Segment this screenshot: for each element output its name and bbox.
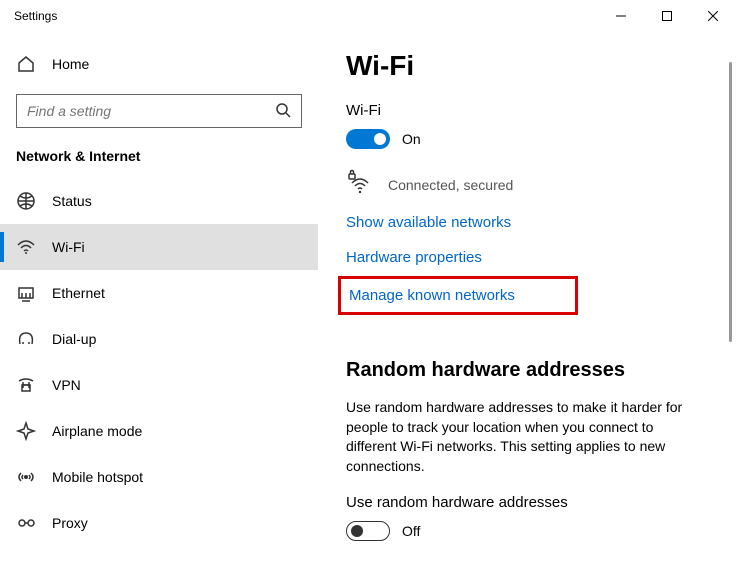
link-show-available-networks[interactable]: Show available networks: [346, 214, 706, 231]
link-manage-known-networks[interactable]: Manage known networks: [349, 287, 515, 304]
sidebar-item-airplane[interactable]: Airplane mode: [0, 408, 318, 454]
sidebar: Home Network & Internet Status Wi-Fi: [0, 32, 318, 583]
category-title: Network & Internet: [0, 148, 318, 178]
maximize-button[interactable]: [644, 0, 690, 32]
hotspot-icon: [16, 467, 36, 487]
sidebar-item-ethernet[interactable]: Ethernet: [0, 270, 318, 316]
random-addresses-toggle[interactable]: [346, 521, 390, 541]
content-area: Wi-Fi Wi-Fi On Connected, secured Show a…: [318, 32, 736, 583]
nav-label: Status: [52, 193, 92, 209]
wifi-status: Connected, secured: [346, 169, 706, 200]
main-layout: Home Network & Internet Status Wi-Fi: [0, 32, 736, 583]
status-icon: [16, 191, 36, 211]
nav-label: Ethernet: [52, 285, 105, 301]
title-bar: Settings: [0, 0, 736, 32]
random-addresses-title: Random hardware addresses: [346, 359, 706, 382]
random-addresses-desc: Use random hardware addresses to make it…: [346, 398, 686, 476]
sidebar-item-hotspot[interactable]: Mobile hotspot: [0, 454, 318, 500]
sidebar-item-dialup[interactable]: Dial-up: [0, 316, 318, 362]
page-title: Wi-Fi: [346, 50, 706, 82]
link-hardware-properties[interactable]: Hardware properties: [346, 249, 706, 266]
minimize-button[interactable]: [598, 0, 644, 32]
wifi-secured-icon: [346, 169, 374, 200]
sidebar-item-status[interactable]: Status: [0, 178, 318, 224]
nav-label: VPN: [52, 377, 81, 393]
wifi-toggle-state: On: [402, 131, 421, 147]
random-toggle-state: Off: [402, 523, 420, 539]
vpn-icon: [16, 375, 36, 395]
highlight-box: Manage known networks: [338, 276, 578, 315]
nav-label: Mobile hotspot: [52, 469, 143, 485]
home-button[interactable]: Home: [0, 44, 318, 84]
ethernet-icon: [16, 283, 36, 303]
connection-status-text: Connected, secured: [388, 177, 513, 193]
window-title: Settings: [14, 9, 57, 23]
search-input[interactable]: [16, 94, 302, 128]
wifi-toggle[interactable]: [346, 129, 390, 149]
search-icon: [275, 102, 291, 121]
nav-label: Dial-up: [52, 331, 96, 347]
close-button[interactable]: [690, 0, 736, 32]
wifi-icon: [16, 237, 36, 257]
random-toggle-label: Use random hardware addresses: [346, 494, 706, 511]
airplane-icon: [16, 421, 36, 441]
sidebar-item-proxy[interactable]: Proxy: [0, 500, 318, 546]
wifi-toggle-label: Wi-Fi: [346, 102, 706, 119]
nav-label: Airplane mode: [52, 423, 142, 439]
sidebar-item-vpn[interactable]: VPN: [0, 362, 318, 408]
nav-list: Status Wi-Fi Ethernet Dial-up: [0, 178, 318, 546]
nav-label: Wi-Fi: [52, 239, 85, 255]
proxy-icon: [16, 513, 36, 533]
dialup-icon: [16, 329, 36, 349]
home-icon: [16, 54, 36, 74]
home-label: Home: [52, 56, 89, 72]
nav-label: Proxy: [52, 515, 88, 531]
sidebar-item-wifi[interactable]: Wi-Fi: [0, 224, 318, 270]
scrollbar[interactable]: [729, 62, 732, 342]
search-field[interactable]: [27, 103, 275, 119]
